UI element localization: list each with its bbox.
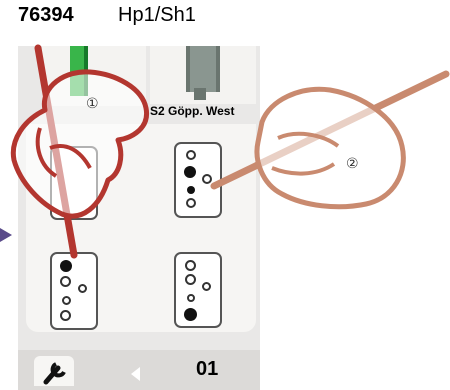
grey-signal-pole: [186, 46, 220, 92]
signal-name: Hp1/Sh1: [118, 4, 196, 26]
location-label: S2 Göpp. West: [150, 104, 235, 118]
previous-button[interactable]: [126, 364, 146, 384]
lamp-icon: [185, 260, 196, 271]
lamp-icon: [185, 274, 196, 285]
lamp-icon: [60, 310, 71, 321]
page-number: 01: [196, 358, 219, 380]
lamp-icon: [60, 260, 72, 272]
wrench-icon: [43, 362, 66, 385]
lamp-icon: [187, 186, 195, 194]
article-number: 76394: [18, 4, 74, 26]
lamp-icon: [202, 282, 211, 291]
aspect-top-left[interactable]: [50, 146, 98, 220]
lamp-icon: [184, 308, 197, 321]
lamp-icon: [186, 198, 196, 208]
lamp-icon: [60, 276, 71, 287]
lamp-icon: [78, 284, 87, 293]
aspect-bottom-left[interactable]: [50, 252, 98, 330]
header: 76394 Hp1/Sh1: [0, 0, 450, 40]
lamp-icon: [62, 296, 71, 305]
triangle-left-icon: [131, 367, 140, 381]
settings-button[interactable]: [34, 356, 74, 386]
lamp-icon: [187, 294, 195, 302]
right-hand-outline: [254, 86, 406, 210]
aspect-bottom-right[interactable]: [174, 252, 222, 328]
grey-signal-base: [194, 88, 206, 100]
lamp-icon: [186, 150, 196, 160]
lamp-icon: [184, 166, 196, 178]
step-1-badge: ①: [86, 96, 99, 112]
aspect-top-right[interactable]: [174, 142, 222, 218]
lamp-icon: [202, 174, 212, 184]
green-signal-pole: [70, 46, 88, 96]
arrow-marker-icon: [0, 228, 12, 242]
screen: 76394 Hp1/Sh1 S2 Göpp. West 01 ① ②: [0, 0, 450, 390]
step-2-badge: ②: [346, 156, 359, 172]
